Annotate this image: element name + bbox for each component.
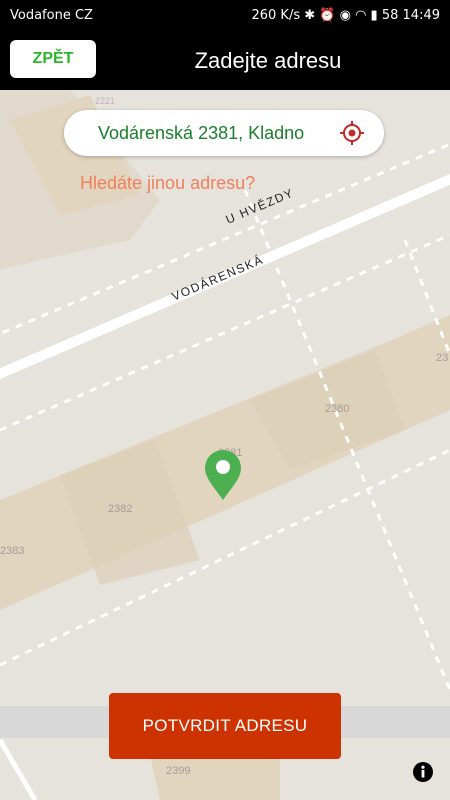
- status-icons: 260 K/s ✱ ⏰ ◉ ◠ ▮ 58 14:49: [251, 8, 440, 23]
- address-field[interactable]: Vodárenská 2381, Kladno: [64, 110, 384, 156]
- info-icon[interactable]: [413, 762, 433, 782]
- carrier-label: Vodafone CZ: [10, 8, 93, 23]
- building-number: 23: [436, 352, 448, 364]
- building-number: 2221: [95, 96, 115, 106]
- clock: 14:49: [402, 8, 440, 23]
- bluetooth-icon: ✱ ⏰ ◉ ◠ ▮: [304, 8, 378, 23]
- other-address-link[interactable]: Hledáte jinou adresu?: [80, 173, 255, 194]
- building-number: 2383: [0, 545, 24, 557]
- network-speed: 260 K/s: [251, 8, 301, 23]
- back-button[interactable]: ZPĚT: [10, 40, 96, 78]
- building-number: 2382: [108, 503, 132, 515]
- screen-title: Zadejte adresu: [194, 48, 342, 73]
- building-number: 2380: [325, 403, 349, 415]
- address-text: Vodárenská 2381, Kladno: [98, 123, 305, 143]
- crosshair-icon[interactable]: [340, 121, 364, 145]
- top-bar: ZPĚT Zadejte adresu: [0, 32, 450, 90]
- battery-level: 58: [381, 8, 399, 23]
- status-bar: Vodafone CZ 260 K/s ✱ ⏰ ◉ ◠ ▮ 58 14:49: [0, 0, 450, 32]
- confirm-address-button[interactable]: POTVRDIT ADRESU: [109, 693, 341, 759]
- building-number: 2399: [166, 765, 190, 777]
